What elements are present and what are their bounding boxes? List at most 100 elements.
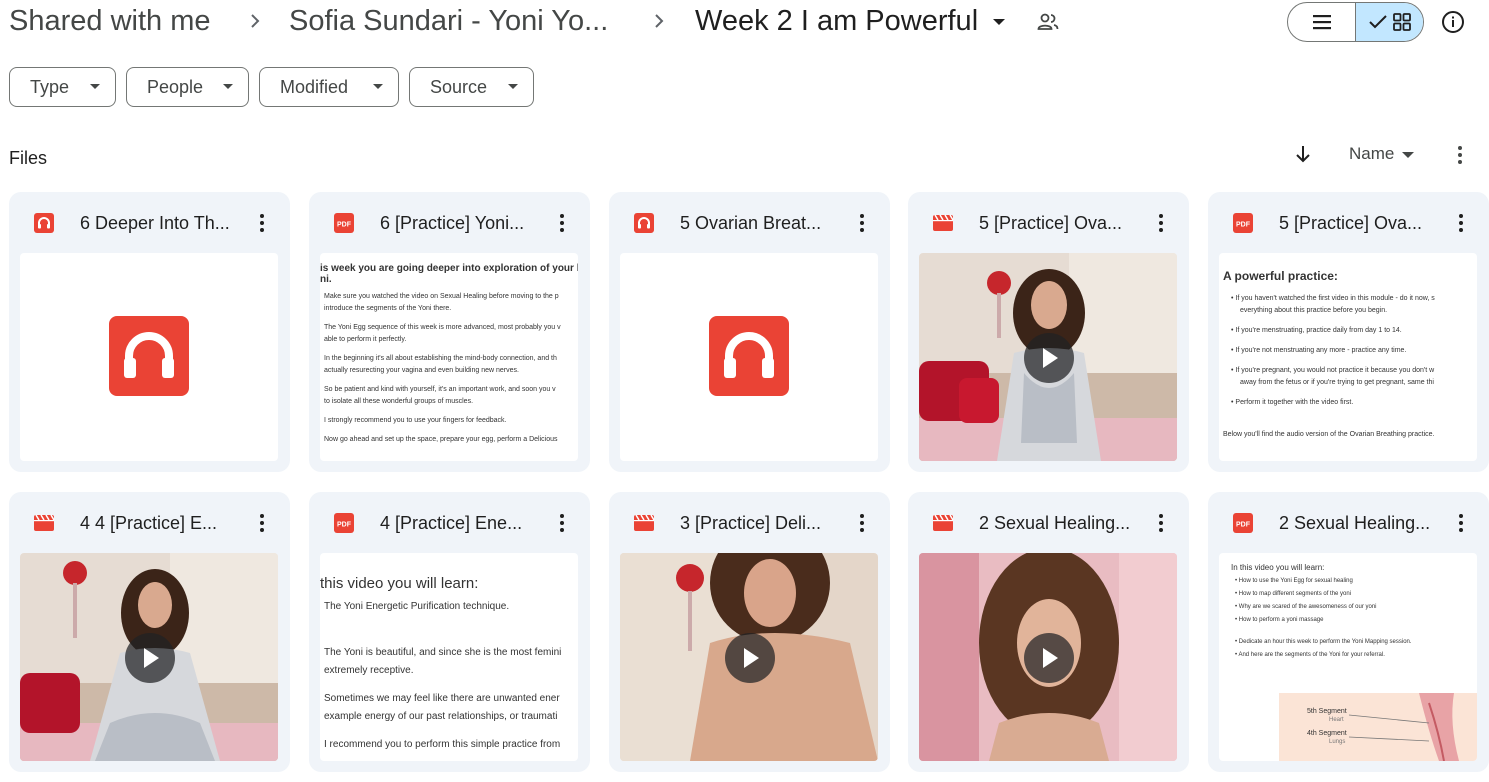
document-preview: this video you will learn: The Yoni Ener…	[320, 553, 578, 761]
preview-bullet-text: And here are the segments of the Yoni fo…	[1238, 652, 1385, 658]
file-thumbnail[interactable]	[620, 253, 878, 461]
file-thumbnail[interactable]: this video you will learn: The Yoni Ener…	[320, 553, 578, 761]
video-thumbnail[interactable]	[919, 253, 1177, 461]
file-name[interactable]: 2 Sexual Healing...	[979, 511, 1139, 535]
preview-bullet: • How to perform a yoni massage	[1235, 617, 1324, 623]
filter-source-chip[interactable]: Source	[409, 67, 534, 107]
file-card[interactable]: 5 Ovarian Breat...	[609, 192, 890, 472]
file-name[interactable]: 2 Sexual Healing...	[1279, 511, 1439, 535]
file-name[interactable]: 4 [Practice] Ene...	[380, 511, 540, 535]
preview-line: to isolate all these wonderful groups of…	[324, 398, 474, 405]
more-options-icon[interactable]	[250, 211, 274, 235]
file-thumbnail[interactable]: A powerful practice: • If you haven't wa…	[1219, 253, 1477, 461]
video-thumbnail[interactable]	[919, 553, 1177, 761]
file-name[interactable]: 3 [Practice] Deli...	[680, 511, 840, 535]
grid-view-button[interactable]	[1356, 3, 1423, 41]
layout-toggle[interactable]	[1287, 2, 1424, 42]
preview-bullet-text: Perform it together with the video first…	[1235, 399, 1354, 406]
filter-label: Modified	[280, 76, 349, 97]
preview-line: I recommend you to perform this simple p…	[324, 739, 561, 750]
list-view-button[interactable]	[1288, 3, 1356, 41]
more-options-icon[interactable]	[550, 211, 574, 235]
more-options-icon[interactable]	[1449, 511, 1473, 535]
preview-bullet: • Perform it together with the video fir…	[1231, 399, 1354, 406]
filter-label: People	[147, 76, 204, 97]
preview-line: Sometimes we may feel like there are unw…	[324, 693, 560, 704]
sort-direction-arrow-icon[interactable]	[1292, 143, 1314, 165]
file-name[interactable]: 5 [Practice] Ova...	[979, 211, 1139, 235]
video-icon	[932, 512, 954, 534]
file-card[interactable]: 5 [Practice] Ova...	[908, 192, 1189, 472]
preview-line: example energy of our past relationships…	[324, 711, 558, 722]
preview-line: introduce the segments of the Yoni there…	[324, 305, 452, 312]
filter-people-chip[interactable]: People	[126, 67, 249, 107]
play-button-icon[interactable]	[1024, 633, 1074, 683]
sort-by-name-button[interactable]: Name	[1349, 144, 1394, 164]
chevron-right-icon	[649, 10, 669, 32]
preview-bullet: • If you're not menstruating any more - …	[1231, 347, 1407, 354]
more-options-icon[interactable]	[850, 511, 874, 535]
preview-bullet-text: If you're pregnant, you would not practi…	[1235, 367, 1435, 374]
preview-line: actually resurecting your vagina and eve…	[324, 367, 519, 374]
more-options-icon[interactable]	[1149, 511, 1173, 535]
play-button-icon[interactable]	[1024, 333, 1074, 383]
pdf-badge-text: PDF	[1236, 222, 1251, 229]
video-thumbnail[interactable]	[20, 553, 278, 761]
more-options-icon[interactable]	[1448, 143, 1472, 167]
shared-people-icon[interactable]	[1036, 10, 1060, 34]
preview-line: In the beginning it's all about establis…	[324, 355, 557, 362]
file-thumbnail[interactable]: is week you are going deeper into explor…	[320, 253, 578, 461]
preview-line: I strongly recommend you to use your fin…	[324, 417, 507, 424]
file-card[interactable]: 4 4 [Practice] E...	[9, 492, 290, 772]
more-options-icon[interactable]	[250, 511, 274, 535]
pdf-icon: PDF	[1232, 212, 1254, 234]
headphones-icon	[709, 316, 789, 396]
caret-down-icon[interactable]	[1401, 151, 1415, 159]
file-name[interactable]: 6 Deeper Into Th...	[80, 211, 240, 235]
info-icon[interactable]	[1441, 10, 1465, 34]
preview-bullet-text: How to perform a yoni massage	[1238, 617, 1324, 623]
video-thumbnail[interactable]	[620, 553, 878, 761]
file-thumbnail[interactable]	[20, 253, 278, 461]
file-card[interactable]: 2 Sexual Healing...	[908, 492, 1189, 772]
breadcrumb-current-folder[interactable]: Week 2 I am Powerful	[695, 4, 978, 38]
more-options-icon[interactable]	[850, 211, 874, 235]
diagram-label: 5th Segment	[1307, 708, 1347, 715]
file-name[interactable]: 4 4 [Practice] E...	[80, 511, 240, 535]
preview-heading: ni.	[320, 274, 332, 285]
file-name[interactable]: 6 [Practice] Yoni...	[380, 211, 540, 235]
file-card[interactable]: 3 [Practice] Deli...	[609, 492, 890, 772]
file-thumbnail[interactable]: In this video you will learn: • How to u…	[1219, 553, 1477, 761]
diagram-label: Heart	[1329, 717, 1344, 723]
preview-line: The Yoni is beautiful, and since she is …	[324, 647, 562, 658]
play-button-icon[interactable]	[725, 633, 775, 683]
file-name[interactable]: 5 Ovarian Breat...	[680, 211, 840, 235]
file-card[interactable]: PDF 6 [Practice] Yoni... is week you are…	[309, 192, 590, 472]
list-icon	[1312, 15, 1331, 30]
filter-type-chip[interactable]: Type	[9, 67, 116, 107]
file-card[interactable]: 6 Deeper Into Th...	[9, 192, 290, 472]
more-options-icon[interactable]	[1449, 211, 1473, 235]
pdf-icon: PDF	[333, 512, 355, 534]
file-card[interactable]: PDF 5 [Practice] Ova... A powerful pract…	[1208, 192, 1489, 472]
preview-line: The Yoni Energetic Purification techniqu…	[324, 601, 510, 612]
preview-bullet: • If you're pregnant, you would not prac…	[1231, 367, 1435, 374]
preview-bullet-text: If you're menstruating, practice daily f…	[1235, 327, 1402, 334]
file-name[interactable]: 5 [Practice] Ova...	[1279, 211, 1439, 235]
preview-line: away from the fetus or if you're trying …	[1240, 379, 1434, 386]
file-card[interactable]: PDF 2 Sexual Healing... In this video yo…	[1208, 492, 1489, 772]
document-preview: A powerful practice: • If you haven't wa…	[1219, 253, 1477, 461]
preview-line: Below you'll find the audio version of t…	[1223, 431, 1435, 438]
breadcrumb: Shared with me Sofia Sundari - Yoni Yo..…	[0, 0, 1489, 44]
caret-down-icon	[508, 84, 518, 89]
more-options-icon[interactable]	[1149, 211, 1173, 235]
file-card[interactable]: PDF 4 [Practice] Ene... this video you w…	[309, 492, 590, 772]
preview-line: The Yoni Egg sequence of this week is mo…	[324, 324, 561, 331]
breadcrumb-parent-folder[interactable]: Sofia Sundari - Yoni Yo...	[289, 4, 608, 38]
play-button-icon[interactable]	[125, 633, 175, 683]
grid-icon	[1392, 13, 1411, 31]
breadcrumb-shared-with-me[interactable]: Shared with me	[9, 4, 211, 38]
more-options-icon[interactable]	[550, 511, 574, 535]
filter-modified-chip[interactable]: Modified	[259, 67, 399, 107]
chevron-down-icon[interactable]	[989, 12, 1009, 32]
